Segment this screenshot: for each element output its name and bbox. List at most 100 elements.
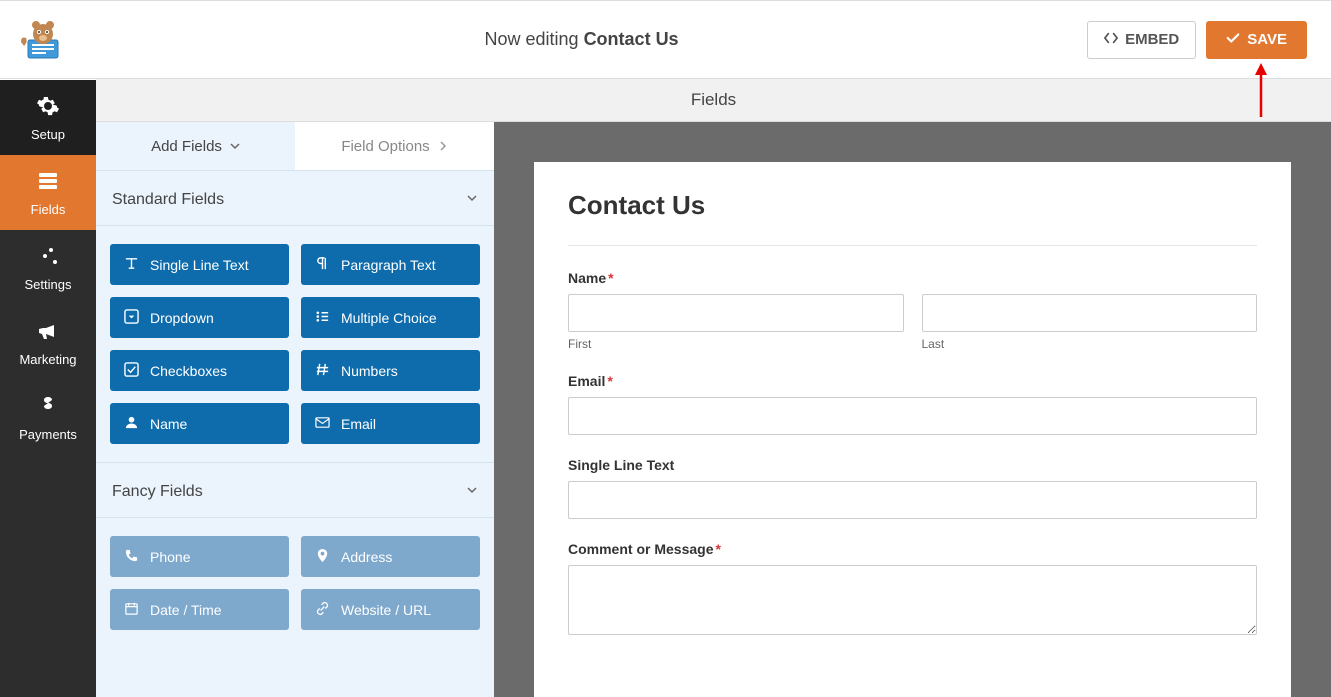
section-title: Fancy Fields (112, 483, 203, 501)
last-name-input[interactable] (922, 294, 1258, 332)
nav-label: Payments (19, 427, 77, 442)
comment-textarea[interactable] (568, 565, 1257, 635)
first-name-col: First (568, 294, 904, 351)
last-sublabel: Last (922, 337, 1258, 351)
tab-add-fields[interactable]: Add Fields (96, 122, 295, 170)
section-title: Standard Fields (112, 191, 224, 209)
first-name-input[interactable] (568, 294, 904, 332)
field-checkboxes[interactable]: Checkboxes (110, 350, 289, 391)
field-phone[interactable]: Phone (110, 536, 289, 577)
field-label: Dropdown (150, 310, 214, 326)
sub-header: Fields (96, 79, 1331, 122)
form-field-email[interactable]: Email* (568, 373, 1257, 435)
embed-label: EMBED (1125, 31, 1179, 48)
standard-fields-heading[interactable]: Standard Fields (96, 175, 494, 226)
field-multiple-choice[interactable]: Multiple Choice (301, 297, 480, 338)
map-marker-icon (315, 548, 330, 566)
nav-label: Settings (25, 277, 72, 292)
required-asterisk: * (715, 541, 720, 557)
tab-label: Field Options (341, 138, 429, 155)
field-name[interactable]: Name (110, 403, 289, 444)
now-editing-label: Now editing (485, 29, 584, 49)
list-icon (315, 309, 330, 327)
required-asterisk: * (608, 270, 613, 286)
nav-payments[interactable]: Payments (0, 380, 96, 455)
caret-square-icon (124, 309, 139, 327)
header-actions: EMBED SAVE (1087, 21, 1307, 59)
form-card[interactable]: Contact Us Name* First Last (534, 162, 1291, 697)
hash-icon (315, 362, 330, 380)
save-label: SAVE (1247, 31, 1287, 48)
form-field-single-line[interactable]: Single Line Text (568, 457, 1257, 519)
field-dropdown[interactable]: Dropdown (110, 297, 289, 338)
phone-icon (124, 548, 139, 566)
label-text: Name (568, 270, 606, 286)
nav-settings[interactable]: Settings (0, 230, 96, 305)
single-line-input[interactable] (568, 481, 1257, 519)
chevron-right-icon (438, 138, 448, 155)
field-label: Address (341, 549, 392, 565)
field-label: Paragraph Text (341, 257, 436, 273)
fancy-field-grid: Phone Address Date / Time Website / URL (96, 518, 494, 648)
label-text: Comment or Message (568, 541, 713, 557)
nav-label: Marketing (19, 352, 76, 367)
form-field-comment[interactable]: Comment or Message* (568, 541, 1257, 638)
field-label: Checkboxes (150, 363, 227, 379)
last-name-col: Last (922, 294, 1258, 351)
bullhorn-icon (36, 319, 60, 346)
field-label: Single Line Text (150, 257, 249, 273)
tab-field-options[interactable]: Field Options (295, 122, 494, 170)
editing-title: Now editing Contact Us (76, 29, 1087, 50)
chevron-down-icon (230, 138, 240, 155)
top-header: Now editing Contact Us EMBED SAVE (0, 1, 1331, 79)
field-date-time[interactable]: Date / Time (110, 589, 289, 630)
email-label: Email* (568, 373, 1257, 389)
nav-fields[interactable]: Fields (0, 155, 96, 230)
sub-header-title: Fields (691, 90, 736, 110)
label-text: Email (568, 373, 605, 389)
gear-icon (36, 94, 60, 121)
first-sublabel: First (568, 337, 904, 351)
field-label: Numbers (341, 363, 398, 379)
form-name: Contact Us (584, 29, 679, 49)
wpforms-logo[interactable] (18, 20, 66, 60)
user-icon (124, 415, 139, 433)
field-label: Date / Time (150, 602, 222, 618)
single-line-label: Single Line Text (568, 457, 1257, 473)
embed-button[interactable]: EMBED (1087, 21, 1196, 59)
left-nav: Setup Fields Settings Marketing Payments (0, 80, 96, 697)
sliders-icon (36, 244, 60, 271)
field-address[interactable]: Address (301, 536, 480, 577)
chevron-down-icon (466, 483, 478, 501)
nav-marketing[interactable]: Marketing (0, 305, 96, 380)
required-asterisk: * (607, 373, 612, 389)
fancy-fields-heading[interactable]: Fancy Fields (96, 467, 494, 518)
email-input[interactable] (568, 397, 1257, 435)
nav-setup[interactable]: Setup (0, 80, 96, 155)
check-icon (1226, 31, 1240, 49)
code-icon (1104, 31, 1118, 49)
nav-label: Fields (31, 202, 66, 217)
field-numbers[interactable]: Numbers (301, 350, 480, 391)
chevron-down-icon (466, 191, 478, 209)
field-paragraph-text[interactable]: Paragraph Text (301, 244, 480, 285)
name-label: Name* (568, 270, 1257, 286)
field-label: Website / URL (341, 602, 431, 618)
save-button[interactable]: SAVE (1206, 21, 1307, 59)
annotation-arrow (1251, 63, 1271, 122)
fields-panel: Add Fields Field Options Standard Fields… (96, 122, 494, 697)
form-field-name[interactable]: Name* First Last (568, 270, 1257, 351)
field-single-line-text[interactable]: Single Line Text (110, 244, 289, 285)
nav-label: Setup (31, 127, 65, 142)
field-email[interactable]: Email (301, 403, 480, 444)
field-website-url[interactable]: Website / URL (301, 589, 480, 630)
text-icon (124, 256, 139, 274)
content: Add Fields Field Options Standard Fields… (96, 122, 1331, 697)
name-row: First Last (568, 294, 1257, 351)
form-preview-area: Contact Us Name* First Last (494, 122, 1331, 697)
field-label: Name (150, 416, 187, 432)
field-label: Phone (150, 549, 190, 565)
tab-label: Add Fields (151, 138, 222, 155)
fields-panel-scroll[interactable]: Add Fields Field Options Standard Fields… (96, 122, 494, 697)
dollar-icon (36, 394, 60, 421)
